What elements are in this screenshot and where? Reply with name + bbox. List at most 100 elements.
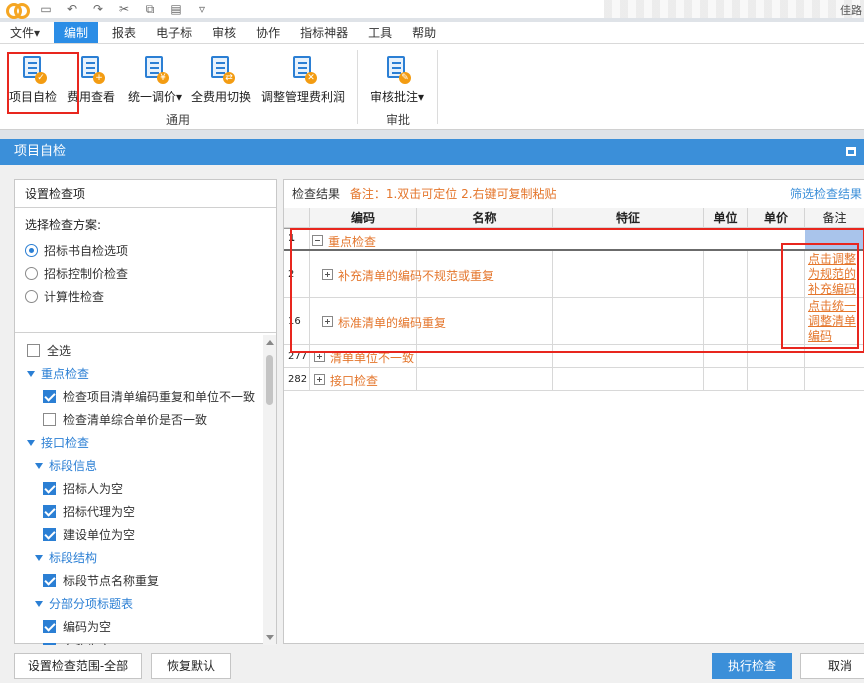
tree-item-label: 标段节点名称重复 <box>63 574 160 588</box>
execute-check-button[interactable]: 执行检查 <box>712 653 792 679</box>
undo-icon[interactable]: ↶ <box>64 2 80 16</box>
review-annotate-label: 审核批注▾ <box>369 90 425 104</box>
radio-button[interactable] <box>25 244 38 257</box>
column-header-name[interactable]: 名称 <box>417 208 553 228</box>
review-annotate-icon: ✎ <box>385 56 411 84</box>
ribbon: ✓ 项目自检 + 费用查看 ¥ 统一调价▾ ⇄ 全费用切换 ✕ 调整管理费利润 … <box>0 44 864 130</box>
menu-item[interactable]: 协作 <box>246 22 290 43</box>
menu-item[interactable]: 文件▾ <box>0 22 50 43</box>
check-item-checkbox[interactable] <box>43 413 56 426</box>
scheme-option-label: 招标书自检选项 <box>44 244 129 258</box>
results-title: 检查结果 <box>292 187 341 201</box>
grid-cell <box>805 368 864 390</box>
copy-icon[interactable]: ⧉ <box>142 2 158 16</box>
tree-scrollbar[interactable] <box>263 335 276 645</box>
redo-icon[interactable]: ↷ <box>90 2 106 16</box>
result-row[interactable]: 282 接口检查 <box>284 368 864 391</box>
tree-check-item[interactable]: 标段节点名称重复 <box>15 569 265 592</box>
column-header-unit[interactable]: 单位 <box>704 208 748 228</box>
check-items-header: 设置检查项 <box>15 180 276 208</box>
fee-switch-icon: ⇄ <box>209 56 235 84</box>
menu-item[interactable]: 帮助 <box>402 22 446 43</box>
tree-check-item[interactable]: 招标代理为空 <box>15 500 265 523</box>
expand-triangle-icon[interactable] <box>35 462 43 469</box>
scroll-down-icon[interactable] <box>266 635 274 640</box>
price-adjust-label: 统一调价▾ <box>127 90 183 104</box>
highlight-box <box>781 243 859 349</box>
tree-check-item[interactable]: 检查项目清单编码重复和单位不一致 <box>15 385 265 408</box>
highlight-box <box>290 228 864 353</box>
menu-item[interactable]: 审核 <box>202 22 246 43</box>
adjust-fee-button[interactable]: ✕ 调整管理费利润 <box>259 52 347 112</box>
check-item-checkbox[interactable] <box>43 528 56 541</box>
menu-item[interactable]: 指标神器 <box>290 22 358 43</box>
filter-results-link[interactable]: 筛选检查结果 <box>790 180 862 208</box>
tree-check-item[interactable]: 招标人为空 <box>15 477 265 500</box>
maximize-icon[interactable] <box>846 147 856 156</box>
tree-group[interactable]: 分部分项标题表 <box>15 592 265 615</box>
adjust-fee-icon: ✕ <box>291 56 317 84</box>
radio-button[interactable] <box>25 290 38 303</box>
check-items-panel: 设置检查项 选择检查方案: 招标书自检选项 招标控制价检查 计算性检查 全选 重点检查… <box>14 179 277 645</box>
scheme-option[interactable]: 招标控制价检查 <box>25 262 276 285</box>
tree-check-item[interactable]: 名称为空 <box>15 638 265 645</box>
tree-group[interactable]: 重点检查 <box>15 362 265 385</box>
tree-check-item[interactable]: 编码为空 <box>15 615 265 638</box>
price-adjust-icon: ¥ <box>143 56 169 84</box>
menu-item[interactable]: 工具 <box>358 22 402 43</box>
menu-item[interactable]: 报表 <box>102 22 146 43</box>
tree-group[interactable]: 标段结构 <box>15 546 265 569</box>
customize-dropdown-icon[interactable]: ▿ <box>194 2 210 16</box>
menu-item[interactable]: 编制 <box>54 22 99 43</box>
expand-triangle-icon[interactable] <box>35 554 43 561</box>
quick-access-bar: ▭ ↶ ↷ ✂ ⧉ ▤ ▿ 佳路 <box>0 0 864 19</box>
scroll-thumb[interactable] <box>266 355 273 405</box>
expand-triangle-icon[interactable] <box>27 370 35 377</box>
check-item-checkbox[interactable] <box>43 574 56 587</box>
tree-item-label: 分部分项标题表 <box>49 597 134 611</box>
column-header-code[interactable]: 编码 <box>310 208 417 228</box>
tree-group[interactable]: 标段信息 <box>15 454 265 477</box>
paste-icon[interactable]: ▤ <box>168 2 184 16</box>
app-logo-icon <box>6 2 30 19</box>
grid-cell <box>748 368 805 390</box>
price-adjust-button[interactable]: ¥ 统一调价▾ <box>124 52 186 112</box>
grid-cell <box>553 368 704 390</box>
select-all-checkbox[interactable] <box>27 344 40 357</box>
scheme-option[interactable]: 计算性检查 <box>25 285 276 308</box>
tree-group[interactable]: 接口检查 <box>15 431 265 454</box>
review-annotate-button[interactable]: ✎ 审核批注▾ <box>366 52 428 112</box>
tree-item-label: 重点检查 <box>41 367 90 381</box>
ribbon-separator <box>437 50 438 124</box>
project-check-dialog: 项目自检 设置检查项 选择检查方案: 招标书自检选项 招标控制价检查 计算性检查 全… <box>0 139 864 683</box>
restore-default-button[interactable]: 恢复默认 <box>151 653 231 679</box>
check-item-checkbox[interactable] <box>43 390 56 403</box>
cancel-button[interactable]: 取消 <box>800 653 864 679</box>
expand-triangle-icon[interactable] <box>35 600 43 607</box>
dialog-title: 项目自检 <box>14 144 67 159</box>
check-item-checkbox[interactable] <box>43 643 56 645</box>
column-header-remark[interactable]: 备注 <box>805 208 864 228</box>
check-item-checkbox[interactable] <box>43 620 56 633</box>
cut-icon[interactable]: ✂ <box>116 2 132 16</box>
row-number: 282 <box>288 373 308 385</box>
scroll-up-icon[interactable] <box>266 340 274 345</box>
tree-item-label: 标段信息 <box>49 459 98 473</box>
check-item-checkbox[interactable] <box>43 505 56 518</box>
save-icon[interactable]: ▭ <box>38 2 54 16</box>
column-header-price[interactable]: 单价 <box>748 208 805 228</box>
expand-triangle-icon[interactable] <box>27 439 35 446</box>
scheme-option[interactable]: 招标书自检选项 <box>25 239 276 262</box>
radio-button[interactable] <box>25 267 38 280</box>
results-note: 备注：1.双击可定位 2.右键可复制粘贴 <box>349 187 557 201</box>
select-all-row[interactable]: 全选 <box>15 339 265 362</box>
results-header: 检查结果 备注：1.双击可定位 2.右键可复制粘贴 筛选检查结果 <box>284 180 864 208</box>
check-item-checkbox[interactable] <box>43 482 56 495</box>
tree-check-item[interactable]: 检查清单综合单价是否一致 <box>15 408 265 431</box>
set-check-range-button[interactable]: 设置检查范围-全部 <box>14 653 142 679</box>
menu-item[interactable]: 电子标 <box>146 22 202 43</box>
tree-check-item[interactable]: 建设单位为空 <box>15 523 265 546</box>
column-header-feature[interactable]: 特征 <box>553 208 704 228</box>
fee-switch-button[interactable]: ⇄ 全费用切换 <box>189 52 253 112</box>
expand-plus-icon[interactable] <box>314 374 325 385</box>
